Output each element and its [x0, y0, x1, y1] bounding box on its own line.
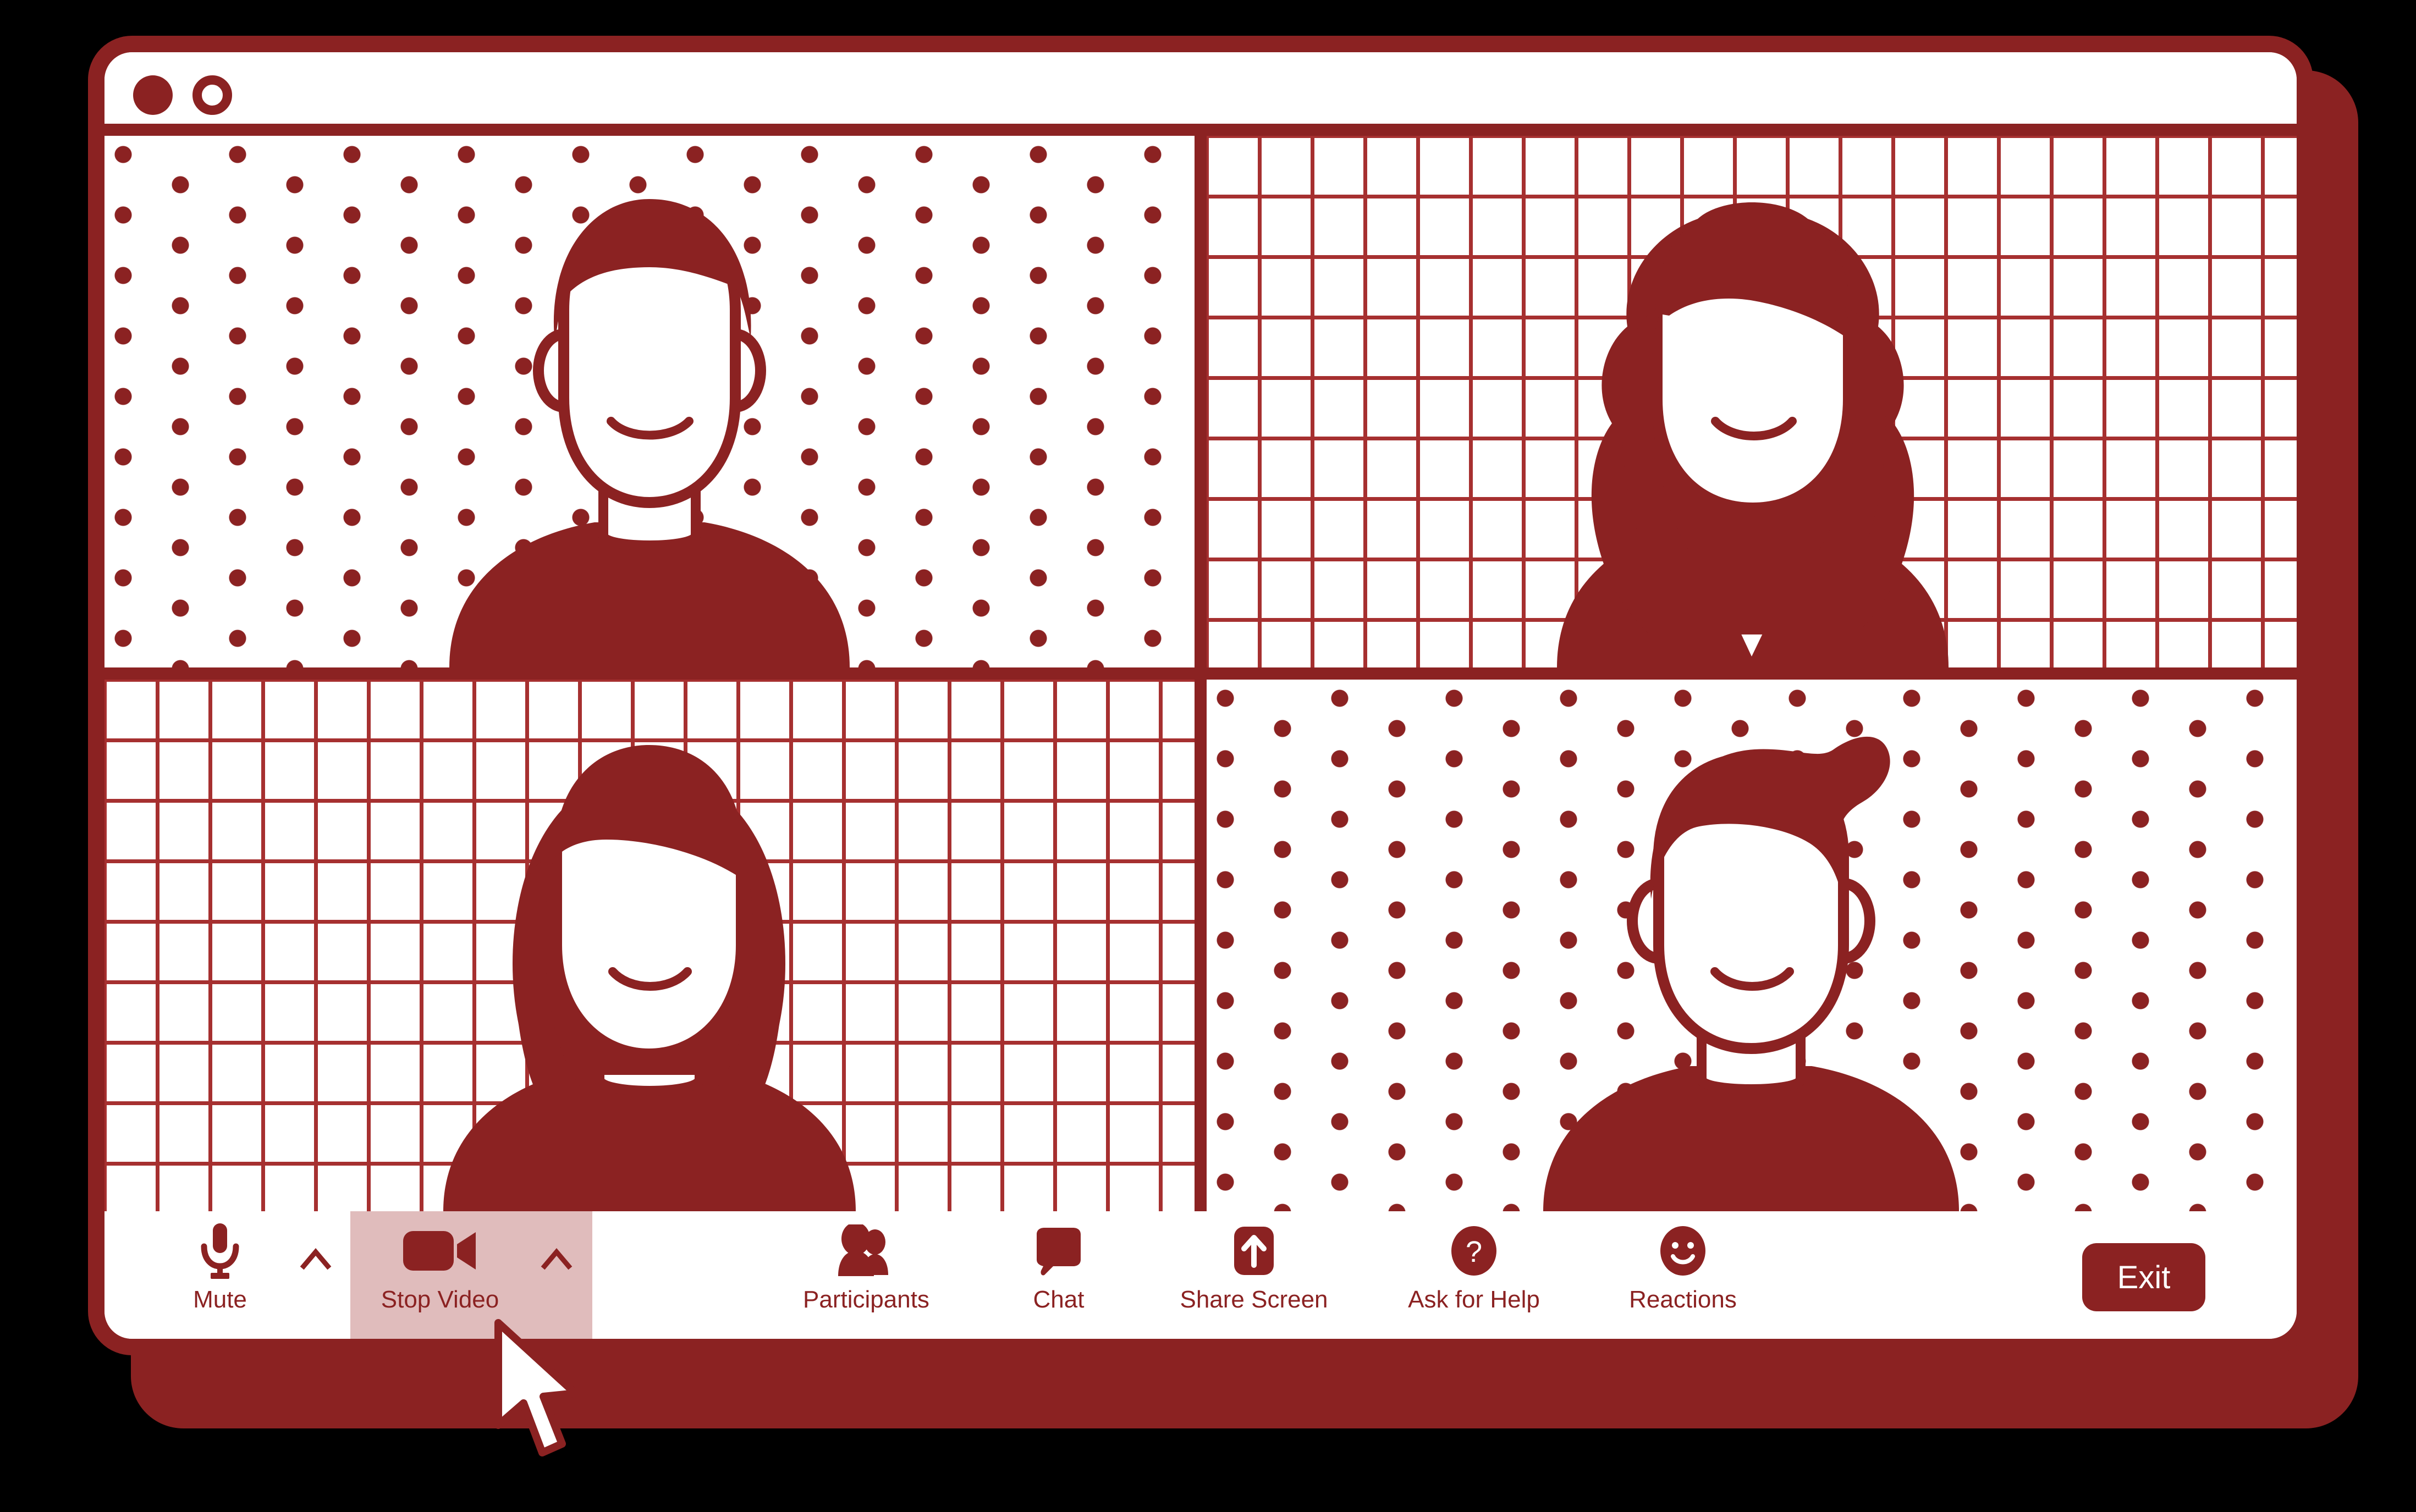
avatar-woman-bob-hair — [432, 716, 867, 1211]
toolbar-button-chat[interactable]: Chat — [1001, 1211, 1116, 1339]
toolbar-label-ask-for-help: Ask for Help — [1408, 1286, 1540, 1313]
toolbar-label-chat: Chat — [1033, 1286, 1085, 1313]
toolbar-button-reactions[interactable]: Reactions — [1600, 1211, 1765, 1339]
video-participant-grid — [104, 136, 2297, 1211]
video-tile-top-left[interactable] — [104, 136, 1195, 667]
toolbar-button-share-screen[interactable]: Share Screen — [1166, 1211, 1342, 1339]
svg-text:?: ? — [1466, 1235, 1482, 1268]
video-tile-bottom-left[interactable] — [104, 680, 1195, 1211]
toolbar-button-ask-for-help[interactable]: ? Ask for Help — [1386, 1211, 1562, 1339]
meeting-controls-toolbar: Mute Stop Video Participants Chat Share … — [104, 1211, 2297, 1339]
video-conference-window: Mute Stop Video Participants Chat Share … — [88, 36, 2313, 1355]
toolbar-button-mute[interactable]: Mute — [159, 1211, 280, 1339]
window-dot-filled-icon[interactable] — [133, 75, 173, 115]
microphone-icon — [199, 1221, 241, 1281]
avatar-man-short-hair — [441, 173, 858, 667]
toolbar-button-participants[interactable]: Participants — [781, 1211, 951, 1339]
question-mark-icon: ? — [1449, 1221, 1499, 1281]
window-dot-hollow-icon[interactable] — [192, 75, 232, 115]
avatar-woman-curly-hair — [1526, 173, 1977, 667]
toolbar-label-stop-video: Stop Video — [381, 1286, 499, 1313]
video-camera-icon — [402, 1221, 478, 1281]
video-tile-bottom-right[interactable] — [1207, 680, 2297, 1211]
toolbar-button-stop-video[interactable]: Stop Video — [357, 1211, 522, 1339]
window-titlebar — [104, 52, 2297, 136]
people-icon — [835, 1221, 897, 1281]
video-tile-top-right[interactable] — [1207, 136, 2297, 667]
upload-arrow-icon — [1230, 1221, 1278, 1281]
toolbar-label-share-screen: Share Screen — [1180, 1286, 1328, 1313]
smiley-face-icon — [1658, 1221, 1708, 1281]
exit-button[interactable]: Exit — [2082, 1243, 2205, 1311]
mute-options-chevron-up-icon[interactable] — [298, 1242, 333, 1277]
stop-video-options-chevron-up-icon[interactable] — [539, 1242, 574, 1277]
toolbar-label-mute: Mute — [193, 1286, 247, 1313]
toolbar-label-reactions: Reactions — [1629, 1286, 1737, 1313]
toolbar-label-participants: Participants — [803, 1286, 929, 1313]
speech-bubble-icon — [1032, 1221, 1085, 1281]
avatar-man-quiff-hair — [1534, 716, 1969, 1211]
